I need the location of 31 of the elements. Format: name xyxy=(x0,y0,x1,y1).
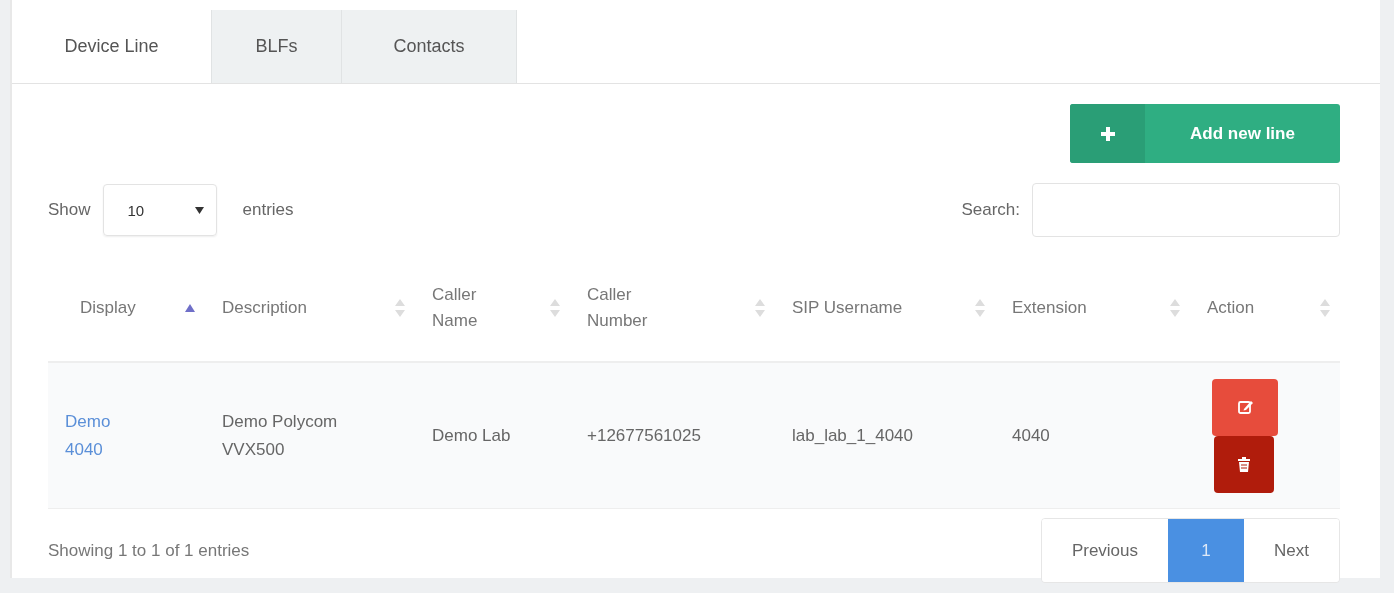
plus-icon xyxy=(1100,126,1115,141)
entries-label: entries xyxy=(242,200,294,220)
entries-select[interactable]: 10 xyxy=(102,184,217,236)
table-cell: lab_lab_1_4040 xyxy=(775,362,995,509)
edit-icon xyxy=(1237,400,1253,414)
trash-icon xyxy=(1238,456,1250,472)
tab[interactable]: Contacts xyxy=(342,10,517,83)
search-field[interactable] xyxy=(1032,183,1340,237)
caret-icon xyxy=(194,206,204,214)
table-cell: Demo Lab xyxy=(415,362,570,509)
sort-icon xyxy=(550,299,560,317)
edit-button[interactable] xyxy=(1212,378,1278,436)
delete-button[interactable] xyxy=(1214,435,1274,493)
entries-info: Showing 1 to 1 of 1 entries xyxy=(48,540,250,561)
tab[interactable]: BLFs xyxy=(212,10,342,83)
sort-icon xyxy=(1320,299,1330,317)
show-label: Show xyxy=(48,200,91,220)
sort-icon xyxy=(395,299,405,317)
search-label: Search: xyxy=(961,200,1020,220)
display-link[interactable]: Demo 4040 xyxy=(65,408,135,463)
add-new-line-button[interactable]: Add new line xyxy=(1070,104,1340,163)
table-cell: Demo Polycom VVX500 xyxy=(205,362,415,509)
table-cell: +12677561025 xyxy=(570,362,775,509)
sort-icon xyxy=(1170,299,1180,317)
page-button[interactable]: 1 xyxy=(1168,519,1245,582)
table-cell: 4040 xyxy=(995,362,1190,509)
sort-icon xyxy=(975,299,985,317)
page-button[interactable]: Previous xyxy=(1041,519,1169,582)
sort-icon xyxy=(755,299,765,317)
page-button[interactable]: Next xyxy=(1244,519,1339,582)
sort-ascending-icon xyxy=(185,304,195,312)
